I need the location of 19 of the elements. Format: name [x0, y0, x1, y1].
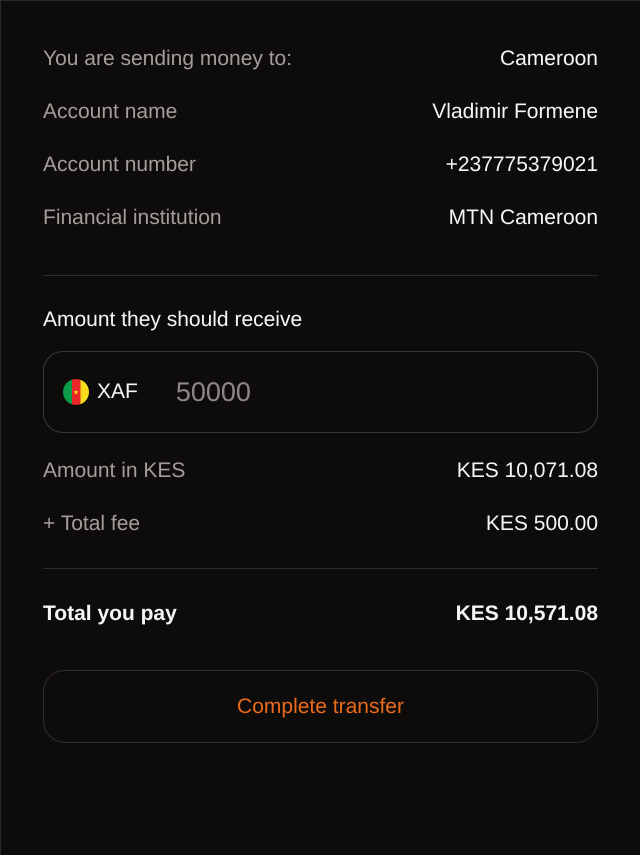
row-value: MTN Cameroon	[448, 205, 598, 231]
amount-field[interactable]: XAF 50000	[43, 351, 598, 433]
row-label: Financial institution	[43, 205, 222, 231]
row-value: KES 10,071.08	[456, 458, 598, 484]
amount-heading: Amount they should receive	[43, 307, 304, 333]
row-value: Cameroon	[500, 46, 598, 72]
row-label: You are sending money to:	[43, 46, 292, 72]
row-label: Total you pay	[43, 601, 177, 627]
complete-transfer-button[interactable]: Complete transfer	[43, 670, 598, 743]
row-label: Amount in KES	[43, 458, 186, 484]
flag-icon	[63, 379, 89, 405]
currency-code[interactable]: XAF	[97, 378, 138, 406]
row-value: KES 500.00	[486, 511, 598, 537]
row-label: Account number	[43, 152, 196, 178]
row-value: +237775379021	[446, 152, 598, 178]
row-label: Account name	[43, 99, 178, 125]
row-value: KES 10,571.08	[456, 601, 598, 627]
row-label: + Total fee	[43, 511, 140, 537]
row-value: Vladimir Formene	[432, 99, 598, 125]
